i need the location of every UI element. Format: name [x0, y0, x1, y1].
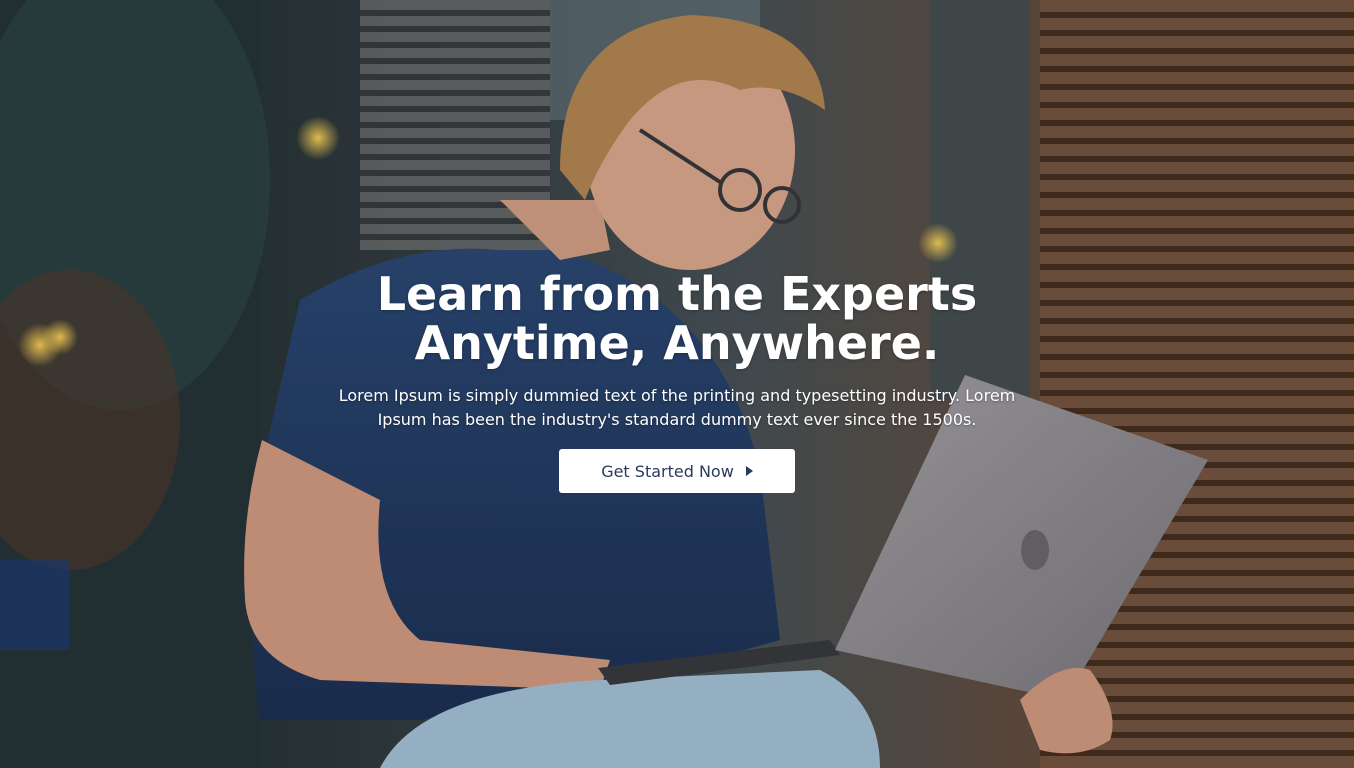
hero-subtext-line-2: Ipsum has been the industry's standard d… — [377, 410, 977, 429]
get-started-button[interactable]: Get Started Now — [559, 449, 795, 493]
hero-headline: Learn from the Experts Anytime, Anywhere… — [0, 270, 1354, 368]
hero-headline-line-2: Anytime, Anywhere. — [414, 316, 940, 370]
hero-subtext: Lorem Ipsum is simply dummied text of th… — [332, 384, 1022, 432]
hero-content: Learn from the Experts Anytime, Anywhere… — [0, 270, 1354, 493]
hero-subtext-line-1: Lorem Ipsum is simply dummied text of th… — [338, 386, 1016, 405]
get-started-label: Get Started Now — [601, 461, 734, 481]
hero-section: Learn from the Experts Anytime, Anywhere… — [0, 0, 1354, 768]
caret-right-icon — [745, 466, 753, 476]
hero-headline-line-1: Learn from the Experts — [376, 267, 978, 321]
